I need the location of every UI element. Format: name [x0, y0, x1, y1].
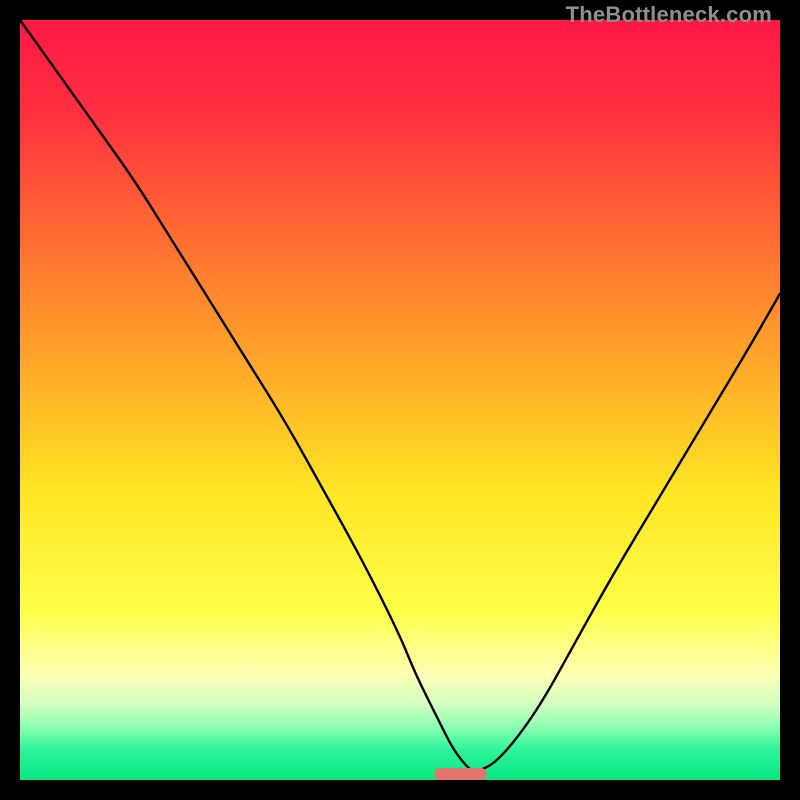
optimal-marker [434, 768, 487, 780]
chart-svg [0, 0, 800, 800]
bottleneck-curve [20, 20, 780, 771]
frame: TheBottleneck.com [0, 0, 800, 800]
